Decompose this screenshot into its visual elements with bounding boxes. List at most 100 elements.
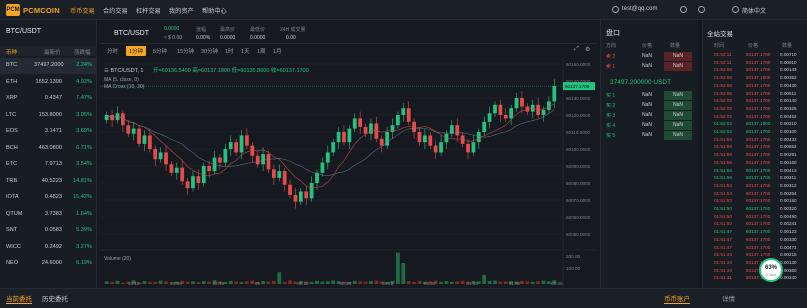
trade-amount: 0.00312 — [780, 182, 797, 188]
language-selector[interactable]: 简体中文 — [742, 6, 766, 15]
bell-icon[interactable] — [680, 6, 687, 13]
trade-time: 01:51:47 — [714, 236, 732, 242]
trade-row: 01:51:44 60137.1700 0.00130 — [702, 259, 807, 267]
bid-row[interactable]: 买 3 NaN NaN — [602, 111, 694, 120]
timeframe-button[interactable]: 1月 — [270, 46, 285, 56]
market-row[interactable]: EOS 3.1471 3.69% — [0, 124, 97, 140]
trade-price: 60137.1700 — [746, 59, 771, 65]
globe-icon[interactable] — [732, 6, 739, 13]
bid-row[interactable]: 买 2 NaN NaN — [602, 101, 694, 110]
candle-body — [520, 98, 524, 107]
timeframe-button[interactable]: 1天 — [238, 46, 253, 56]
timeframe-button[interactable]: 5分钟 — [150, 46, 170, 56]
user-email[interactable]: test@qq.com — [622, 6, 657, 12]
nav-assets[interactable]: 我的资产 — [169, 6, 194, 15]
candlestick-chart[interactable]: 60150.000060140.000060130.000060120.0000… — [100, 58, 597, 288]
ma-cross-label[interactable]: MA Cross (10, 30) — [104, 84, 144, 90]
trade-row: 01:52:11 60137.1700 0.00710 — [702, 51, 807, 59]
trade-amount: 0.00150 — [780, 198, 797, 204]
candle-body — [126, 125, 131, 134]
market-coin: ETC — [6, 161, 18, 167]
candle-body — [487, 113, 492, 122]
pair-title[interactable]: BTC/USDT — [114, 30, 149, 37]
market-row[interactable]: IOTA 0.4823 15.42% — [0, 190, 97, 206]
stat-low-value: 0.0000 — [250, 35, 266, 41]
nav-spot[interactable]: 币币交易 — [70, 6, 95, 15]
tab-spot-account[interactable]: 币币账户 — [664, 293, 690, 304]
bid-row[interactable]: 买 1 NaN NaN — [602, 91, 694, 100]
ma-indicator-label[interactable]: MA (5, close, 0) — [104, 77, 139, 83]
candle-body — [352, 118, 357, 129]
candle-body — [266, 154, 271, 170]
market-row[interactable]: QTUM 3.7383 1.64% — [0, 207, 97, 223]
settings-icon[interactable]: ⚙ — [585, 46, 590, 53]
market-col-price[interactable]: 最新价 — [44, 48, 61, 56]
trade-price: 60137.1700 — [746, 175, 771, 181]
market-row[interactable]: SNT 0.0583 5.39% — [0, 223, 97, 239]
candle-body — [406, 108, 411, 122]
candle-body — [498, 104, 503, 115]
trade-time: 01:51:44 — [714, 259, 732, 265]
market-row[interactable]: XRP 0.4347 7.47% — [0, 91, 97, 107]
volume-bar — [261, 281, 265, 284]
market-row[interactable]: ETH 1652.1300 4.92% — [0, 75, 97, 91]
market-row[interactable]: TRB 40.5223 14.81% — [0, 174, 97, 190]
market-row[interactable]: NEO 24.6000 6.19% — [0, 256, 97, 272]
market-col-change[interactable]: 涨跌幅 — [74, 48, 91, 56]
market-coin: EOS — [6, 128, 18, 134]
market-row[interactable]: WICC 0.2492 3.27% — [0, 240, 97, 256]
timeframe-button[interactable]: 分时 — [104, 46, 121, 56]
trade-row: 01:51:50 60137.1700 0.00490 — [702, 213, 807, 221]
trade-time: 01:51:41 — [714, 275, 732, 281]
trade-row: 01:52:11 60137.1700 0.00910 — [702, 59, 807, 67]
fullscreen-icon[interactable]: ⤢ — [574, 46, 579, 53]
candle-body — [288, 184, 292, 195]
trade-price: 60137.1700 — [746, 221, 771, 227]
volume-bar — [439, 281, 443, 284]
trade-time: 01:51:53 — [714, 198, 732, 204]
nav-help[interactable]: 帮助中心 — [202, 6, 227, 15]
ask-row[interactable]: 卖 1 NaN NaN — [602, 62, 694, 71]
bid-level: 买 1 — [606, 93, 616, 99]
candle-body — [142, 135, 147, 144]
timeframe-button[interactable]: 1时 — [222, 46, 237, 56]
volume-bar — [498, 281, 503, 284]
nav-margin[interactable]: 杠杆交易 — [136, 6, 161, 15]
timeframe-button[interactable]: 1分钟 — [126, 46, 147, 56]
market-row[interactable]: LTC 153.8000 3.05% — [0, 108, 97, 124]
user-icon[interactable] — [612, 6, 619, 13]
trade-time: 01:51:56 — [714, 159, 732, 165]
notice-icon[interactable] — [698, 6, 705, 13]
trade-time: 01:51:47 — [714, 229, 732, 235]
market-col-coin[interactable]: 币种 — [6, 48, 17, 56]
timeframe-button[interactable]: 1周 — [254, 46, 269, 56]
bid-price: NaN — [642, 102, 653, 108]
ask-row[interactable]: 卖 2 NaN NaN — [602, 52, 694, 61]
volume-bar — [525, 281, 530, 284]
trade-amount: 0.00330 — [780, 236, 797, 242]
bid-row[interactable]: 买 5 NaN NaN — [602, 131, 694, 140]
timeframe-button[interactable]: 30分钟 — [198, 46, 221, 56]
gauge-rate: 0.1k/s — [765, 272, 777, 277]
trade-row: 01:51:50 60137.1700 0.00241 — [702, 220, 807, 228]
market-coin: ETH — [6, 78, 18, 85]
candle-body — [245, 135, 249, 146]
volume-label[interactable]: Volume (20) — [104, 256, 131, 262]
trade-amount: 0.00452 — [780, 113, 797, 119]
tab-history-orders[interactable]: 历史委托 — [42, 293, 68, 303]
tab-details[interactable]: 详情 — [722, 293, 735, 303]
bid-price: NaN — [642, 132, 653, 138]
bid-row[interactable]: 买 4 NaN NaN — [602, 121, 694, 130]
market-row[interactable]: ETC 7.9713 3.54% — [0, 157, 97, 173]
tab-current-orders[interactable]: 当前委托 — [6, 293, 32, 304]
market-row[interactable]: BCH 463.0800 6.71% — [0, 141, 97, 157]
trades-title: 全站交易 — [707, 31, 733, 38]
market-row[interactable]: BTC 37497.2000 2.24% — [0, 58, 97, 74]
trade-time: 01:52:02 — [714, 121, 732, 127]
logo[interactable]: PCM PCMCOIN — [6, 3, 60, 17]
bid-level: 买 2 — [606, 103, 616, 109]
trade-amount: 0.00254 — [780, 190, 797, 196]
nav-contract[interactable]: 合约交易 — [103, 6, 128, 15]
timeframe-button[interactable]: 15分钟 — [174, 46, 197, 56]
volume-bar — [530, 281, 535, 284]
